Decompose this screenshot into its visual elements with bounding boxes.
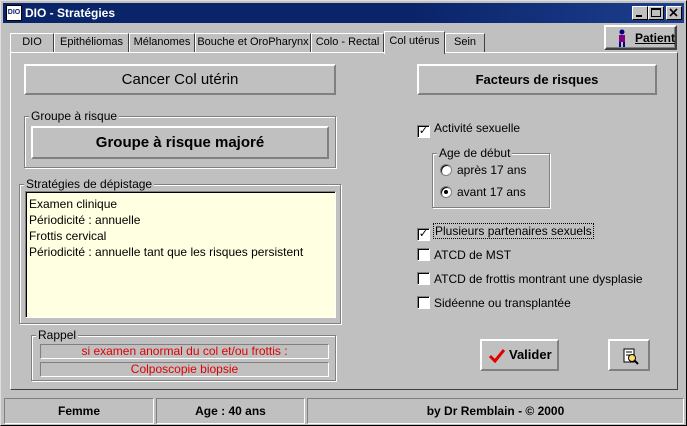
checkbox-label: Plusieurs partenaires sexuels — [433, 223, 594, 239]
status-credit-text: by Dr Remblain - © 2000 — [426, 404, 565, 418]
rappel-title: Rappel — [36, 328, 79, 342]
status-age: Age : 40 ans — [156, 398, 305, 424]
window-title: DIO - Stratégies — [25, 6, 116, 20]
maximize-icon — [651, 8, 661, 17]
title-bar[interactable]: DIO DIO - Stratégies — [3, 3, 684, 23]
cancer-heading: Cancer Col utérin — [121, 71, 239, 88]
radio-label: avant 17 ans — [457, 185, 526, 199]
status-sex: Femme — [4, 398, 154, 424]
tab-label: DIO — [22, 36, 42, 48]
strategy-line: Examen clinique — [29, 197, 118, 211]
checkbox-label: Activité sexuelle — [434, 121, 521, 135]
checkbox-label: ATCD de MST — [434, 248, 512, 262]
print-preview-button[interactable] — [608, 339, 650, 371]
checkbox-activite-sexuelle[interactable]: ✓ Activité sexuelle — [417, 121, 521, 138]
risk-group-value-panel: Groupe à risque majoré — [31, 126, 329, 159]
close-button[interactable] — [666, 6, 682, 20]
strategies-title: Stratégies de dépistage — [24, 177, 155, 191]
strategy-line: Périodicité : annuelle — [29, 213, 141, 227]
age-debut-title: Age de début — [437, 146, 513, 160]
checkbox-atcd-mst[interactable]: ATCD de MST — [417, 248, 511, 264]
risk-group-title: Groupe à risque — [29, 109, 120, 123]
radio-button[interactable] — [440, 164, 452, 176]
tab-label: Col utérus — [389, 35, 440, 47]
strategy-line: Frottis cervical — [29, 229, 107, 243]
radio-apres-17[interactable]: après 17 ans — [440, 163, 526, 179]
checkbox-box[interactable]: ✓ — [417, 228, 430, 241]
status-sex-text: Femme — [57, 404, 101, 418]
status-age-text: Age : 40 ans — [195, 404, 266, 418]
radio-button[interactable] — [440, 186, 452, 198]
minimize-button[interactable] — [632, 6, 648, 20]
strategies-memo[interactable]: Examen clinique Périodicité : annuelle F… — [25, 191, 336, 318]
checkbox-box[interactable] — [417, 272, 430, 285]
tab-sein[interactable]: Sein — [445, 33, 485, 53]
patient-button-label: Patient — [635, 31, 676, 45]
radio-avant-17[interactable]: avant 17 ans — [440, 185, 526, 201]
minimize-icon — [636, 15, 642, 17]
valider-button[interactable]: Valider — [480, 339, 559, 371]
tab-label: Mélanomes — [133, 36, 191, 48]
tab-colo-rectal[interactable]: Colo - Rectal — [311, 33, 384, 53]
tab-label: Colo - Rectal — [315, 36, 380, 48]
cancer-heading-panel: Cancer Col utérin — [24, 64, 336, 95]
rappel-text-1: si examen anormal du col et/ou frottis : — [81, 344, 288, 358]
risk-factors-heading: Facteurs de risques — [475, 72, 599, 87]
tab-melanomes[interactable]: Mélanomes — [129, 33, 195, 53]
print-preview-icon — [623, 348, 639, 365]
rappel-line-1: si examen anormal du col et/ou frottis : — [40, 344, 329, 359]
risk-group-value: Groupe à risque majoré — [95, 134, 265, 151]
checkmark-icon — [489, 349, 505, 364]
app-dio-icon[interactable]: DIO — [6, 5, 22, 21]
patient-button[interactable]: Patient — [604, 25, 677, 50]
valider-label: Valider — [509, 347, 552, 362]
rappel-text-2: Colposcopie biopsie — [130, 362, 239, 376]
main-window: DIO DIO - Stratégies DIO Epithéliomas Mé… — [0, 0, 687, 426]
rappel-line-2: Colposcopie biopsie — [40, 362, 329, 377]
tab-dio[interactable]: DIO — [10, 33, 54, 53]
radio-label: après 17 ans — [457, 163, 527, 177]
checkbox-sideenne-transplantee[interactable]: Sidéenne ou transplantée — [417, 296, 571, 312]
checkbox-box[interactable] — [417, 296, 430, 309]
close-icon — [669, 8, 678, 17]
tab-label: Sein — [453, 36, 477, 48]
tab-label: Epithéliomas — [60, 36, 123, 48]
maximize-button[interactable] — [648, 6, 664, 20]
checkbox-label: Sidéenne ou transplantée — [434, 296, 571, 310]
strategy-line: Périodicité : annuelle tant que les risq… — [29, 245, 304, 259]
tab-epitheliomas[interactable]: Epithéliomas — [54, 33, 129, 53]
tab-label: Bouche et OroPharynx — [197, 36, 309, 48]
tab-bouche-oropharynx[interactable]: Bouche et OroPharynx — [195, 33, 311, 53]
status-credit: by Dr Remblain - © 2000 — [307, 398, 684, 424]
checkbox-label: ATCD de frottis montrant une dysplasie — [434, 272, 643, 286]
checkbox-atcd-frottis[interactable]: ATCD de frottis montrant une dysplasie — [417, 272, 643, 288]
patient-figure-icon — [619, 29, 625, 47]
tab-col-uterus[interactable]: Col utérus — [384, 31, 445, 54]
risk-factors-heading-panel: Facteurs de risques — [417, 64, 657, 95]
checkbox-box[interactable] — [417, 248, 430, 261]
checkbox-plusieurs-partenaires[interactable]: ✓ Plusieurs partenaires sexuels — [417, 223, 594, 241]
checkbox-box[interactable]: ✓ — [417, 125, 430, 138]
